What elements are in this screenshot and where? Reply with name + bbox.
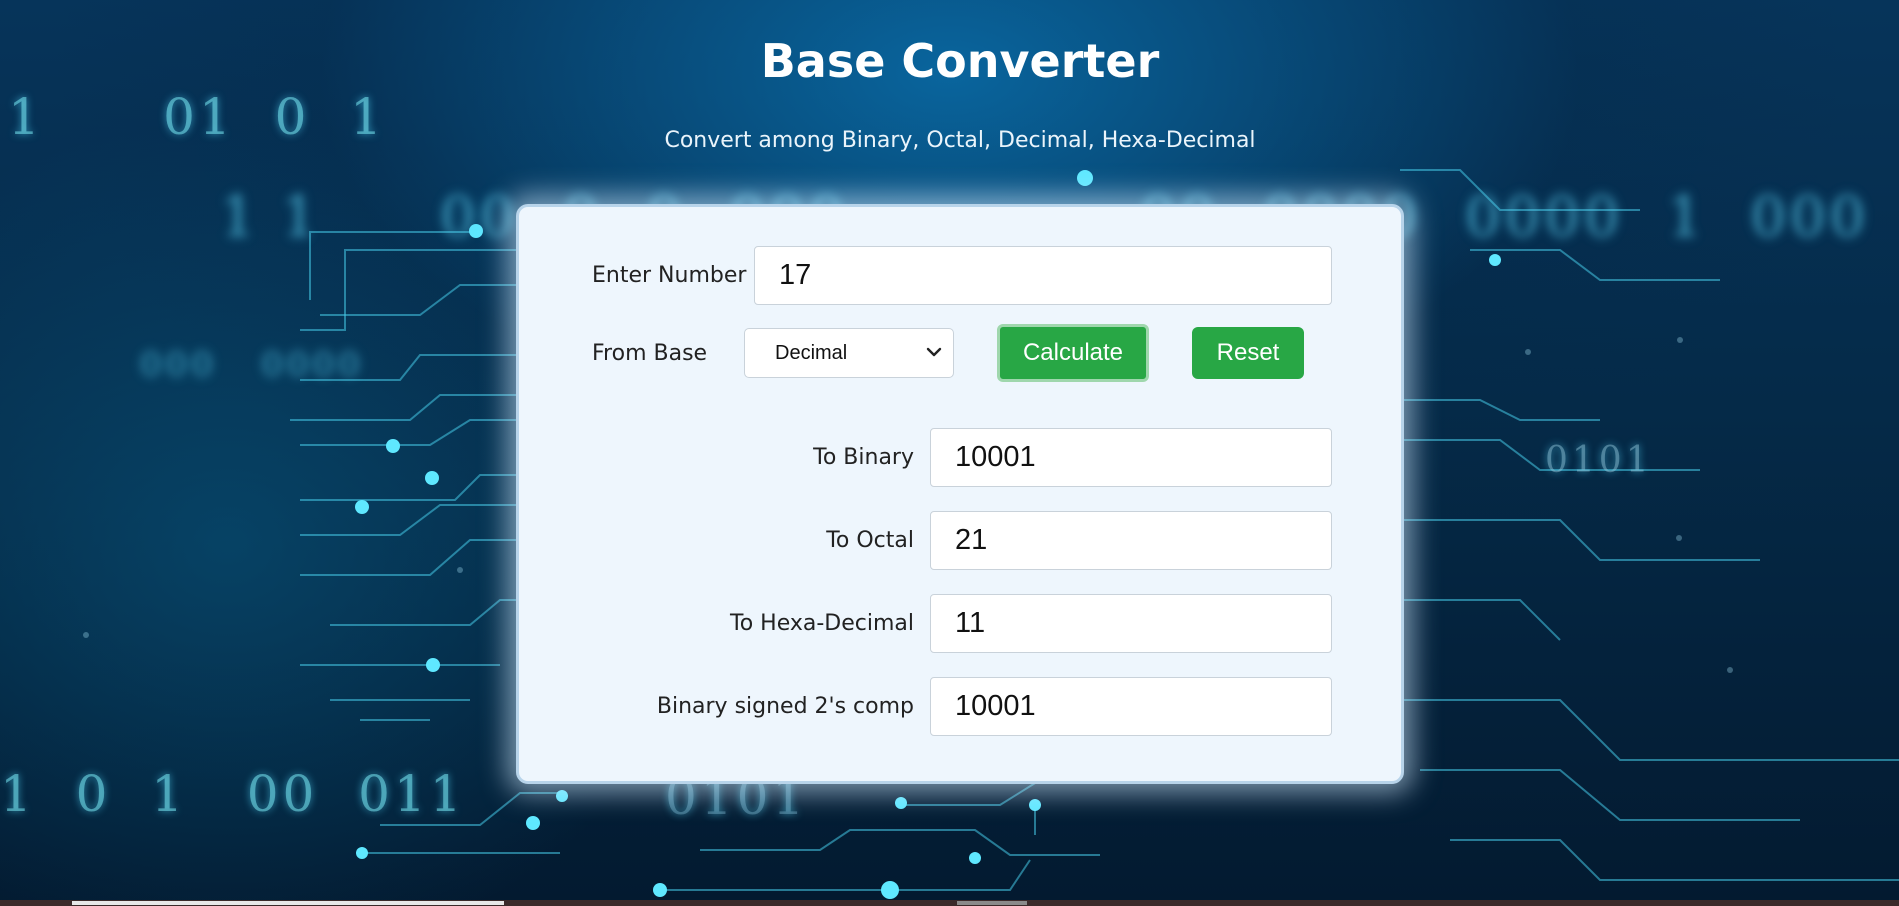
- page-title: Base Converter: [760, 34, 1160, 88]
- to-binary-label: To Binary: [813, 445, 914, 470]
- enter-number-input[interactable]: [754, 246, 1332, 305]
- to-octal-output[interactable]: [930, 511, 1332, 570]
- bg-digits-right: 0101: [1545, 440, 1653, 481]
- taskbar-strip: [0, 900, 1899, 906]
- to-hex-output[interactable]: [930, 594, 1332, 653]
- twos-complement-output[interactable]: [930, 677, 1332, 736]
- to-binary-output[interactable]: [930, 428, 1332, 487]
- from-base-select[interactable]: Decimal: [744, 328, 954, 378]
- page-subtitle: Convert among Binary, Octal, Decimal, He…: [664, 128, 1256, 153]
- to-hex-label: To Hexa-Decimal: [730, 611, 914, 636]
- from-base-selected-value: Decimal: [775, 342, 848, 364]
- to-octal-label: To Octal: [826, 528, 914, 553]
- chevron-down-icon: [926, 347, 942, 357]
- reset-button[interactable]: Reset: [1192, 327, 1304, 379]
- twos-complement-label: Binary signed 2's comp: [656, 694, 914, 719]
- from-base-label: From Base: [592, 341, 708, 366]
- converter-card: Enter Number From Base Decimal Calculate…: [516, 204, 1404, 784]
- calculate-button[interactable]: Calculate: [997, 324, 1149, 382]
- enter-number-label: Enter Number: [592, 263, 747, 288]
- bg-digits-bottom-left: 1 0 1 00 011: [0, 765, 466, 823]
